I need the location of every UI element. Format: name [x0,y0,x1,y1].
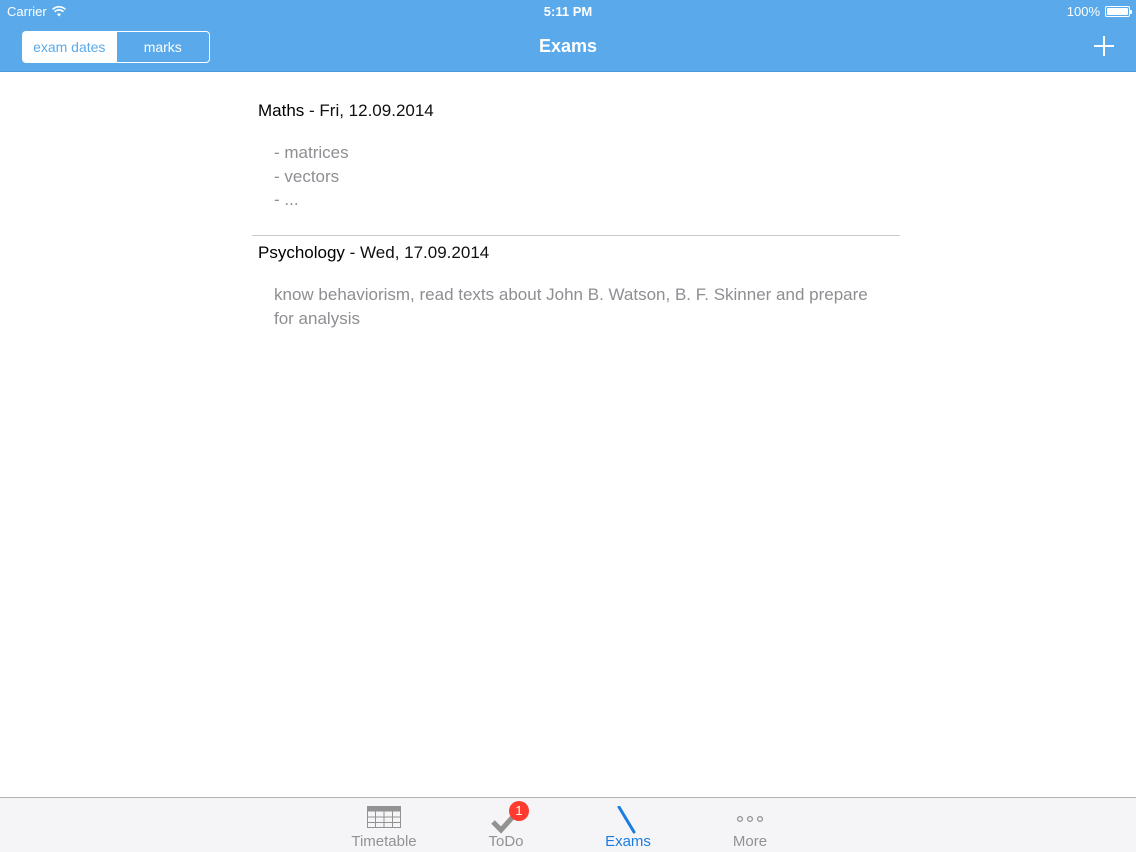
add-exam-button[interactable] [1090,32,1118,60]
exam-date: - Fri, 12.09.2014 [304,101,434,120]
status-bar: Carrier 5:11 PM 100% [0,0,1136,22]
tab-exams[interactable]: Exams [573,798,683,852]
list-item[interactable]: Psychology - Wed, 17.09.2014 know behavi… [252,236,900,330]
exam-notes: - matrices - vectors - ... [258,141,900,212]
todo-badge: 1 [509,801,529,821]
list-item[interactable]: Maths - Fri, 12.09.2014 - matrices - vec… [252,72,900,235]
status-time: 5:11 PM [543,4,593,19]
note-line: - vectors [274,166,340,186]
pen-icon [617,806,636,834]
note-line: - matrices [274,143,349,162]
exam-heading: Maths - Fri, 12.09.2014 [258,100,900,122]
exam-heading: Psychology - Wed, 17.09.2014 [258,242,900,264]
status-battery: 100% [1066,4,1132,19]
tab-label: Timetable [351,833,417,850]
table-icon [367,806,401,828]
exam-list: Maths - Fri, 12.09.2014 - matrices - vec… [252,72,900,330]
tab-label: Exams [605,833,651,850]
tab-label: More [732,833,768,850]
note-line: know behaviorism, read texts about John … [274,285,873,328]
page-title: Exams [538,36,598,56]
exam-date: - Wed, 17.09.2014 [344,243,490,262]
battery-percent: 100% [1066,4,1100,19]
tab-bar: Timetable 1 ToDo Exams More [0,797,1136,852]
exam-notes: know behaviorism, read texts about John … [258,283,900,330]
tab-todo[interactable]: 1 ToDo [451,798,561,852]
tab-timetable[interactable]: Timetable [329,798,439,852]
tab-label: ToDo [488,833,524,850]
exam-subject: Maths [258,101,305,120]
plus-icon [1094,36,1114,56]
more-dots-icon [736,815,764,823]
tab-more[interactable]: More [695,798,805,852]
note-line: - ... [274,190,299,209]
exam-subject: Psychology [258,243,345,262]
navigation-header: Carrier 5:11 PM 100% exam dates marks Ex… [0,0,1136,72]
battery-icon [1105,6,1132,17]
